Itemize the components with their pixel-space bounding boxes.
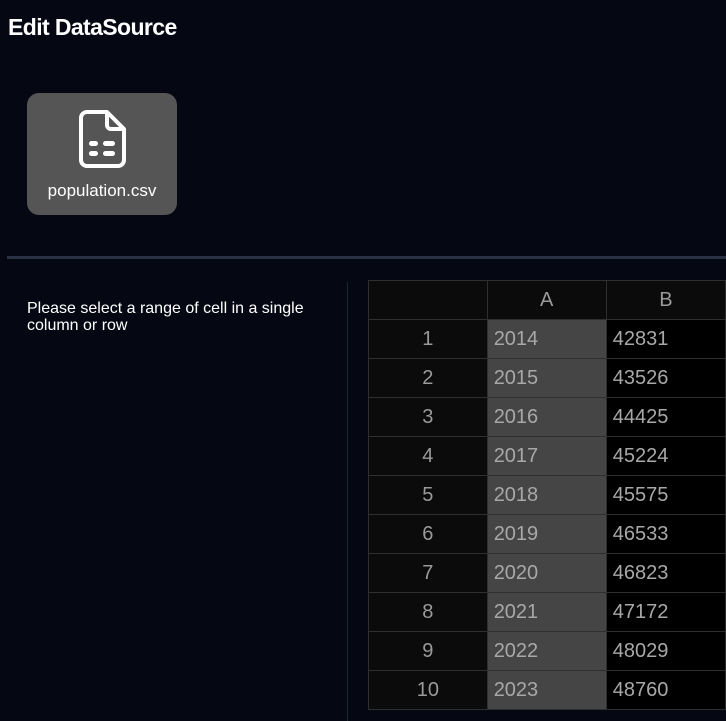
corner-cell[interactable] (368, 280, 488, 320)
cell-b[interactable]: 45224 (605, 436, 726, 476)
cell-a[interactable]: 2023 (486, 670, 607, 710)
cell-b[interactable]: 46823 (605, 553, 726, 593)
row-header[interactable]: 6 (368, 514, 488, 554)
row-header[interactable]: 5 (368, 475, 488, 515)
table-row: 8 2021 47172 (368, 592, 726, 632)
file-name: population.csv (47, 181, 157, 200)
cell-b[interactable]: 43526 (605, 358, 726, 398)
table-row: 1 2014 42831 (368, 319, 726, 359)
page-title: Edit DataSource (8, 14, 177, 40)
table-row: 4 2017 45224 (368, 436, 726, 476)
column-header-row: A B (368, 280, 726, 320)
row-header[interactable]: 4 (368, 436, 488, 476)
table-row: 7 2020 46823 (368, 553, 726, 593)
data-table: A B 1 2014 42831 2 2015 43526 3 2016 444… (368, 280, 726, 710)
file-card[interactable]: population.csv (27, 93, 177, 215)
cell-b[interactable]: 47172 (605, 592, 726, 632)
cell-a[interactable]: 2015 (486, 358, 607, 398)
cell-a[interactable]: 2016 (486, 397, 607, 437)
cell-a[interactable]: 2017 (486, 436, 607, 476)
table-row: 10 2023 48760 (368, 670, 726, 710)
row-header[interactable]: 7 (368, 553, 488, 593)
cell-a[interactable]: 2014 (486, 319, 607, 359)
section-divider (7, 256, 726, 259)
cell-a[interactable]: 2019 (486, 514, 607, 554)
row-header[interactable]: 8 (368, 592, 488, 632)
cell-b[interactable]: 48029 (605, 631, 726, 671)
table-row: 3 2016 44425 (368, 397, 726, 437)
row-header[interactable]: 1 (368, 319, 488, 359)
cell-b[interactable]: 45575 (605, 475, 726, 515)
table-row: 5 2018 45575 (368, 475, 726, 515)
row-header[interactable]: 2 (368, 358, 488, 398)
table-row: 2 2015 43526 (368, 358, 726, 398)
column-header-a[interactable]: A (486, 280, 607, 320)
cell-a[interactable]: 2021 (486, 592, 607, 632)
table-row: 6 2019 46533 (368, 514, 726, 554)
cell-a[interactable]: 2022 (486, 631, 607, 671)
edit-datasource-panel: Edit DataSource population.csv Please se… (0, 0, 726, 721)
row-header[interactable]: 9 (368, 631, 488, 671)
table-row: 9 2022 48029 (368, 631, 726, 671)
cell-b[interactable]: 44425 (605, 397, 726, 437)
spreadsheet-grid: A B 1 2014 42831 2 2015 43526 3 2016 444… (368, 280, 726, 721)
cell-b[interactable]: 46533 (605, 514, 726, 554)
panel-separator (347, 282, 348, 721)
column-header-b[interactable]: B (605, 280, 726, 320)
row-header[interactable]: 3 (368, 397, 488, 437)
cell-a[interactable]: 2020 (486, 553, 607, 593)
cell-a[interactable]: 2018 (486, 475, 607, 515)
row-header[interactable]: 10 (368, 670, 488, 710)
csv-file-icon (79, 110, 126, 168)
cell-b[interactable]: 42831 (605, 319, 726, 359)
selection-instruction: Please select a range of cell in a singl… (27, 300, 304, 334)
cell-b[interactable]: 48760 (605, 670, 726, 710)
